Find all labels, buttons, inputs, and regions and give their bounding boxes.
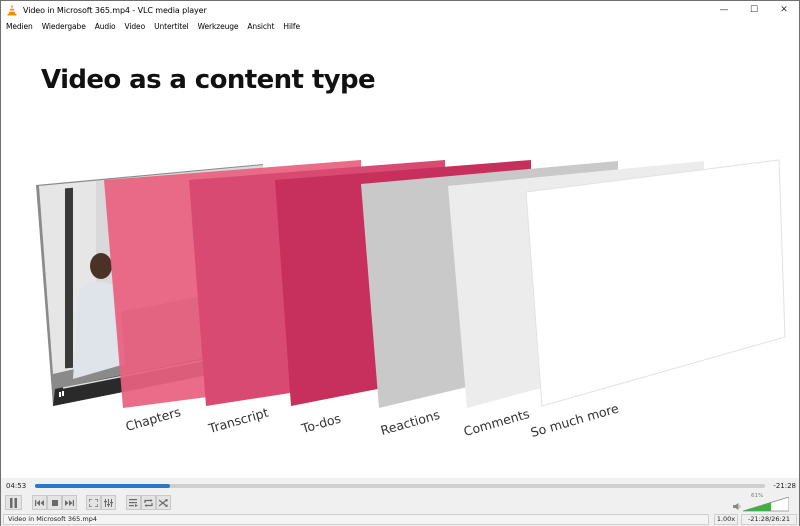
status-filename: Video in Microsoft 365.mp4 — [3, 514, 709, 525]
title-bar: Video in Microsoft 365.mp4 - VLC media p… — [1, 1, 799, 19]
maximize-button[interactable]: ☐ — [739, 1, 769, 19]
minimize-icon: — — [719, 5, 729, 15]
previous-icon — [35, 499, 44, 506]
speaker-icon — [733, 503, 741, 510]
layer-so-much-more — [525, 159, 786, 407]
menu-audio[interactable]: Audio — [95, 22, 116, 31]
menu-hilfe[interactable]: Hilfe — [283, 22, 300, 31]
seek-row: 04:53 -21:28 — [1, 478, 799, 493]
menu-ansicht[interactable]: Ansicht — [247, 22, 274, 31]
loop-button[interactable] — [141, 495, 156, 510]
status-bar: Video in Microsoft 365.mp4 1.00x -21:28/… — [1, 513, 799, 526]
pause-button[interactable] — [5, 495, 22, 510]
fullscreen-icon — [89, 498, 98, 507]
loop-icon — [144, 498, 153, 507]
pause-icon — [10, 497, 17, 508]
vlc-window: Video in Microsoft 365.mp4 - VLC media p… — [0, 0, 800, 526]
menu-video[interactable]: Video — [125, 22, 146, 31]
playback-speed[interactable]: 1.00x — [714, 514, 738, 525]
minimize-button[interactable]: — — [709, 1, 739, 19]
window-controls: — ☐ ✕ — [709, 1, 799, 19]
shuffle-icon — [159, 498, 168, 507]
menu-untertitel[interactable]: Untertitel — [154, 22, 189, 31]
stop-icon — [51, 499, 58, 506]
volume-control[interactable]: 61% — [733, 493, 795, 513]
layer-stack-graphic — [36, 159, 786, 408]
close-icon: ✕ — [780, 5, 788, 15]
stop-button[interactable] — [47, 495, 62, 510]
thumb-pause-icon — [59, 392, 61, 397]
extended-settings-button[interactable] — [101, 495, 116, 510]
playback-controls: 61% — [1, 493, 799, 513]
seek-slider[interactable] — [35, 484, 765, 488]
status-time[interactable]: -21:28/26:21 — [741, 514, 797, 525]
maximize-icon: ☐ — [749, 5, 759, 15]
menu-medien[interactable]: Medien — [6, 22, 33, 31]
menu-werkzeuge[interactable]: Werkzeuge — [198, 22, 239, 31]
close-button[interactable]: ✕ — [769, 1, 799, 19]
person-head — [90, 253, 112, 279]
menu-wiedergabe[interactable]: Wiedergabe — [42, 22, 86, 31]
vlc-cone-icon — [6, 4, 18, 16]
time-elapsed: 04:53 — [6, 482, 27, 490]
shuffle-button[interactable] — [156, 495, 171, 510]
next-button[interactable] — [62, 495, 77, 510]
next-icon — [65, 499, 74, 506]
equalizer-icon — [104, 498, 113, 507]
window-title: Video in Microsoft 365.mp4 - VLC media p… — [23, 5, 207, 15]
playlist-button[interactable] — [126, 495, 141, 510]
video-area[interactable]: Video as a content type Chapters Transcr… — [1, 34, 799, 478]
playlist-icon — [129, 498, 138, 507]
volume-slider[interactable] — [743, 497, 789, 512]
fullscreen-button[interactable] — [86, 495, 101, 510]
menu-bar: Medien Wiedergabe Audio Video Untertitel… — [1, 19, 799, 34]
previous-button[interactable] — [32, 495, 47, 510]
seek-progress-fill — [35, 484, 171, 488]
time-remaining[interactable]: -21:28 — [773, 482, 796, 490]
